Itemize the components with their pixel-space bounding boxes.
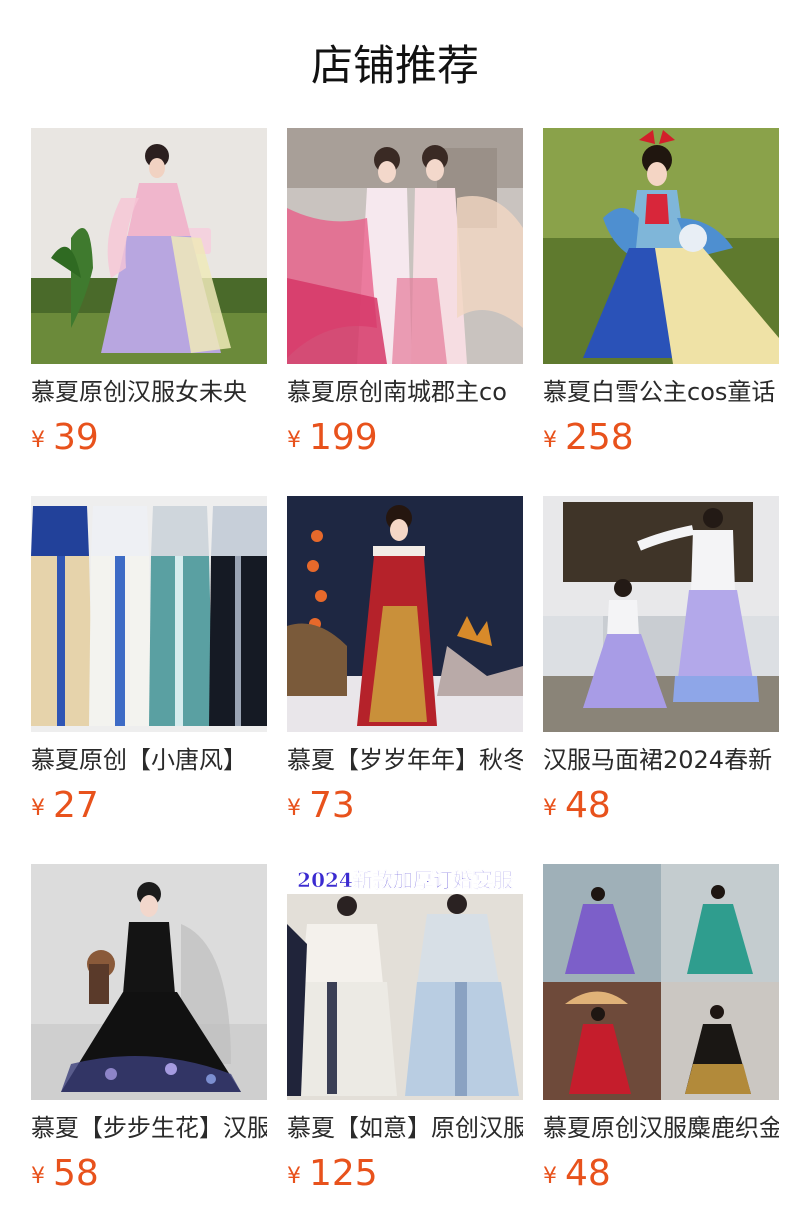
banner-text: 2024新款加厚订婚宴服 bbox=[297, 868, 514, 892]
currency-symbol: ¥ bbox=[31, 428, 45, 453]
price-value: 48 bbox=[565, 785, 611, 826]
product-image[interactable] bbox=[31, 128, 267, 364]
currency-symbol: ¥ bbox=[31, 1164, 45, 1189]
product-name[interactable]: 慕夏【岁岁年年】秋冬 bbox=[287, 744, 523, 776]
product-name[interactable]: 慕夏白雪公主cos童话 bbox=[543, 376, 779, 408]
currency-symbol: ¥ bbox=[31, 796, 45, 821]
currency-symbol: ¥ bbox=[543, 1164, 557, 1189]
product-price: ¥73 bbox=[287, 784, 355, 828]
price-value: 39 bbox=[53, 417, 99, 458]
product-image[interactable] bbox=[31, 496, 267, 732]
price-value: 199 bbox=[309, 417, 378, 458]
product-price: ¥125 bbox=[287, 1152, 378, 1196]
product-name[interactable]: 慕夏原创汉服女未央 bbox=[31, 376, 267, 408]
product-name[interactable]: 慕夏原创南城郡主co bbox=[287, 376, 523, 408]
product-image[interactable]: 2024新款加厚订婚宴服 bbox=[287, 864, 523, 1100]
product-price: ¥39 bbox=[31, 416, 99, 460]
product-image[interactable] bbox=[543, 128, 779, 364]
product-image[interactable] bbox=[31, 864, 267, 1100]
product-card[interactable]: 慕夏白雪公主cos童话 ¥258 bbox=[543, 128, 779, 468]
product-name[interactable]: 慕夏原创【小唐风】 bbox=[31, 744, 267, 776]
product-name[interactable]: 慕夏【步步生花】汉服 bbox=[31, 1112, 267, 1144]
product-name[interactable]: 汉服马面裙2024春新 bbox=[543, 744, 779, 776]
product-price: ¥48 bbox=[543, 1152, 611, 1196]
price-value: 258 bbox=[565, 417, 634, 458]
product-price: ¥48 bbox=[543, 784, 611, 828]
page-title: 店铺推荐 bbox=[310, 41, 479, 90]
product-name[interactable]: 慕夏原创汉服麋鹿织金 bbox=[543, 1112, 779, 1144]
product-image[interactable] bbox=[543, 864, 779, 1100]
product-card[interactable]: 慕夏原创【小唐风】 ¥27 bbox=[31, 496, 267, 836]
price-value: 73 bbox=[309, 785, 355, 826]
product-card[interactable]: 慕夏原创汉服女未央 ¥39 bbox=[31, 128, 267, 468]
price-value: 48 bbox=[565, 1153, 611, 1194]
currency-symbol: ¥ bbox=[543, 428, 557, 453]
product-card[interactable]: 慕夏原创南城郡主co ¥199 bbox=[287, 128, 523, 468]
product-name[interactable]: 慕夏【如意】原创汉服 bbox=[287, 1112, 523, 1144]
product-image[interactable] bbox=[287, 128, 523, 364]
price-value: 58 bbox=[53, 1153, 99, 1194]
product-card[interactable]: 汉服马面裙2024春新 ¥48 bbox=[543, 496, 779, 836]
product-card[interactable]: 慕夏【岁岁年年】秋冬 ¥73 bbox=[287, 496, 523, 836]
product-price: ¥258 bbox=[543, 416, 634, 460]
product-price: ¥27 bbox=[31, 784, 99, 828]
price-value: 125 bbox=[309, 1153, 378, 1194]
product-card[interactable]: 慕夏原创汉服麋鹿织金 ¥48 bbox=[543, 864, 779, 1204]
product-card[interactable]: 2024新款加厚订婚宴服 慕夏【如意】原创汉服 ¥125 bbox=[287, 864, 523, 1204]
currency-symbol: ¥ bbox=[287, 428, 301, 453]
product-card[interactable]: 慕夏【步步生花】汉服 ¥58 bbox=[31, 864, 267, 1204]
product-image[interactable] bbox=[543, 496, 779, 732]
price-value: 27 bbox=[53, 785, 99, 826]
currency-symbol: ¥ bbox=[543, 796, 557, 821]
currency-symbol: ¥ bbox=[287, 1164, 301, 1189]
product-image[interactable] bbox=[287, 496, 523, 732]
product-price: ¥199 bbox=[287, 416, 378, 460]
product-price: ¥58 bbox=[31, 1152, 99, 1196]
currency-symbol: ¥ bbox=[287, 796, 301, 821]
